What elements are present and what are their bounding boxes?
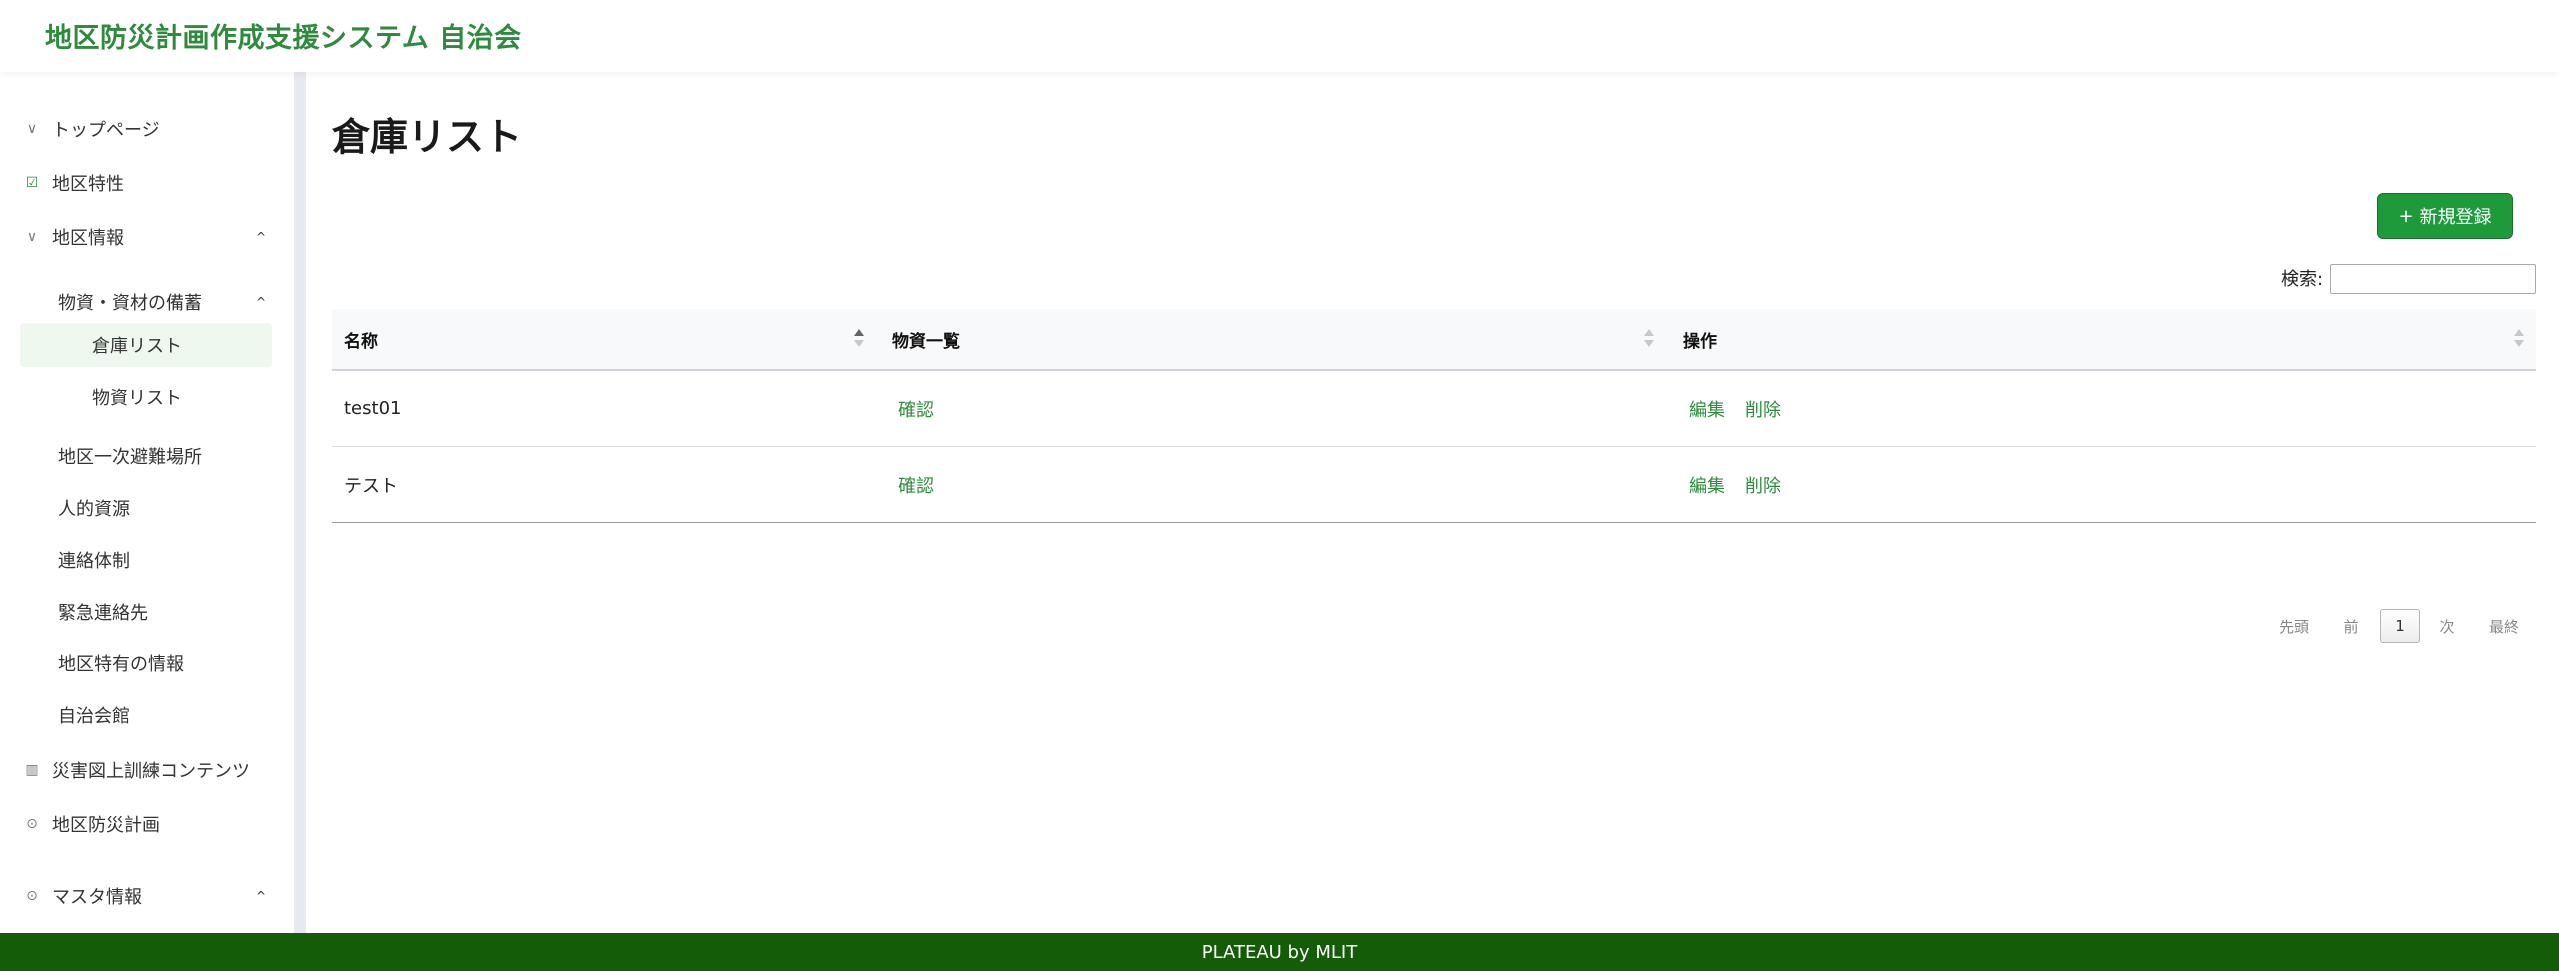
plus-icon: + — [2398, 205, 2414, 227]
sidebar-item-label: 地区防災計画 — [52, 815, 160, 836]
sidebar-item-label: 地区特有の情報 — [58, 654, 184, 675]
sidebar-item-label: 物資・資材の備蓄 — [58, 293, 202, 314]
edit-icon: ☑ — [25, 175, 39, 191]
column-header-actions[interactable]: 操作 — [1683, 309, 2513, 369]
sidebar-item-human-resources[interactable]: 人的資源 — [0, 488, 294, 528]
confirm-items-link[interactable]: 確認 — [898, 472, 934, 498]
sort-icon[interactable] — [1644, 329, 1656, 349]
search-label: 検索: — [2281, 269, 2324, 290]
sidebar-item-label: トップページ — [52, 120, 160, 141]
circle-icon: ⊙ — [26, 888, 38, 904]
sidebar-item-label: 物資リスト — [92, 388, 182, 409]
chevron-down-icon: ∨ — [26, 121, 38, 137]
app-header: 地区防災計画作成支援システム 自治会 — [0, 0, 2559, 72]
chevron-up-icon: ^ — [256, 230, 267, 244]
table-row: テスト 確認 編集 削除 — [332, 447, 2536, 523]
pagination-prev[interactable]: 前 — [2336, 609, 2366, 643]
sidebar-item-evacuation-site[interactable]: 地区一次避難場所 — [0, 436, 294, 476]
sidebar-item-warehouse-list[interactable]: 倉庫リスト — [0, 323, 294, 367]
footer: PLATEAU by MLIT — [0, 933, 2559, 971]
sidebar-item-label: 地区一次避難場所 — [58, 447, 202, 468]
delete-link[interactable]: 削除 — [1745, 472, 1781, 498]
app-title[interactable]: 地区防災計画作成支援システム 自治会 — [45, 16, 522, 55]
footer-text: PLATEAU by MLIT — [1201, 941, 1358, 963]
page-title: 倉庫リスト — [332, 115, 523, 159]
sidebar-item-master-info[interactable]: ⊙ マスタ情報 ^ — [0, 876, 294, 916]
sidebar-item-community-hall[interactable]: 自治会館 — [0, 695, 294, 735]
sidebar-item-label: 地区特性 — [52, 174, 124, 195]
sidebar-item-label: マスタ情報 — [52, 887, 142, 908]
sidebar-item-disaster-plan[interactable]: ⊙ 地区防災計画 — [0, 804, 294, 844]
sidebar-item-supplies-stockpile[interactable]: 物資・資材の備蓄 ^ — [0, 282, 294, 322]
chevron-up-icon: ^ — [256, 295, 267, 309]
column-header-name[interactable]: 名称 — [344, 309, 884, 369]
cell-name: テスト — [344, 475, 398, 497]
pagination: 先頭 前 1 次 最終 — [306, 609, 2536, 643]
circle-icon: ⊙ — [26, 816, 38, 832]
pagination-current[interactable]: 1 — [2380, 609, 2420, 643]
chevron-up-icon: ^ — [256, 889, 267, 903]
sidebar-item-label: 自治会館 — [58, 706, 130, 727]
table-row: test01 確認 編集 削除 — [332, 371, 2536, 447]
chevron-down-icon: ∨ — [26, 229, 38, 245]
sidebar-item-label: 災害図上訓練コンテンツ — [52, 761, 250, 782]
pagination-next[interactable]: 次 — [2432, 609, 2462, 643]
sort-icon[interactable] — [854, 329, 866, 349]
sidebar-item-label: 緊急連絡先 — [58, 603, 148, 624]
sidebar-item-label: 倉庫リスト — [92, 336, 182, 357]
column-header-items[interactable]: 物資一覧 — [892, 309, 1672, 369]
new-registration-label: 新規登録 — [2419, 207, 2492, 228]
column-header-label: 操作 — [1683, 331, 1717, 352]
column-header-label: 名称 — [344, 331, 378, 352]
delete-link[interactable]: 削除 — [1745, 396, 1781, 422]
warehouse-table: 名称 物資一覧 操作 test01 確認 編集 削除 テスト 確認 編集 削除 — [332, 309, 2536, 523]
sidebar-item-district-info[interactable]: ∨ 地区情報 ^ — [0, 217, 294, 257]
sidebar-item-supplies-list[interactable]: 物資リスト — [0, 377, 294, 417]
sidebar-item-label: 連絡体制 — [58, 551, 130, 572]
sidebar-item-top-page[interactable]: ∨ トップページ — [0, 109, 294, 149]
sort-icon[interactable] — [2514, 329, 2526, 349]
sidebar-item-contact-system[interactable]: 連絡体制 — [0, 540, 294, 580]
pagination-first[interactable]: 先頭 — [2272, 609, 2316, 643]
sidebar-item-label: 人的資源 — [58, 499, 130, 520]
sidebar-item-district-specific-info[interactable]: 地区特有の情報 — [0, 643, 294, 683]
map-icon: ▥ — [25, 762, 39, 778]
pagination-last[interactable]: 最終 — [2482, 609, 2526, 643]
table-header: 名称 物資一覧 操作 — [332, 309, 2536, 371]
sidebar-item-district-characteristics[interactable]: ☑ 地区特性 — [0, 163, 294, 203]
edit-link[interactable]: 編集 — [1689, 472, 1725, 498]
sidebar-item-emergency-contacts[interactable]: 緊急連絡先 — [0, 592, 294, 632]
sidebar-item-label: 地区情報 — [52, 228, 124, 249]
new-registration-button[interactable]: + 新規登録 — [2377, 193, 2513, 239]
cell-name: test01 — [344, 398, 402, 419]
sidebar-scrollbar[interactable] — [294, 72, 306, 933]
sidebar: ∨ トップページ ☑ 地区特性 ∨ 地区情報 ^ 物資・資材の備蓄 ^ 倉庫リス… — [0, 72, 294, 933]
confirm-items-link[interactable]: 確認 — [898, 396, 934, 422]
edit-link[interactable]: 編集 — [1689, 396, 1725, 422]
main-content: 倉庫リスト + 新規登録 検索: 名称 物資一覧 操作 test01 確認 編集… — [306, 72, 2559, 933]
sidebar-item-disaster-training[interactable]: ▥ 災害図上訓練コンテンツ — [0, 750, 294, 790]
search-input[interactable] — [2330, 264, 2536, 294]
column-header-label: 物資一覧 — [892, 331, 960, 352]
